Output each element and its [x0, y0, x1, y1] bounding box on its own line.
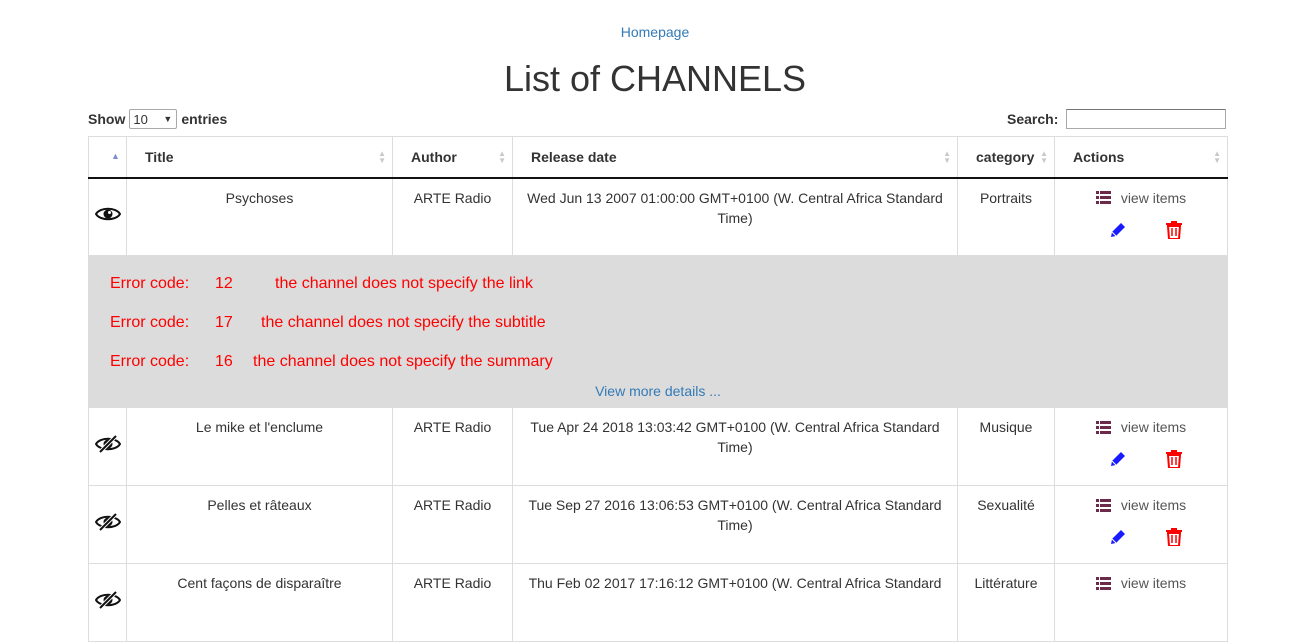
error-label: Error code:: [110, 353, 190, 370]
category-cell: Littérature: [957, 563, 1055, 642]
search-label: Search:: [1007, 111, 1059, 127]
pencil-icon[interactable]: [1109, 450, 1127, 468]
column-header-label: Release date: [531, 148, 617, 165]
error-details-row: Error code: 12 the channel does not specif…: [88, 255, 1228, 408]
entries-select[interactable]: 10 ▼: [129, 109, 178, 129]
category-cell: Musique: [957, 407, 1055, 486]
table-row: Pelles et râteaux ARTE Radio Tue Sep 27 …: [88, 485, 1228, 564]
entries-label: entries: [181, 111, 228, 127]
actions-cell: view items: [1054, 485, 1228, 564]
view-items-link[interactable]: view items: [1095, 495, 1187, 515]
author-cell: ARTE Radio: [392, 485, 513, 564]
entries-select-value: 10: [133, 111, 148, 127]
view-items-label: view items: [1120, 189, 1187, 206]
eye-slash-icon[interactable]: [94, 435, 121, 453]
homepage-link[interactable]: Homepage: [0, 24, 1310, 40]
release-date-cell: Thu Feb 02 2017 17:16:12 GMT+0100 (W. Ce…: [512, 563, 958, 642]
sort-ascending-icon: ▲: [111, 151, 120, 161]
visibility-cell: [88, 485, 127, 564]
release-date-cell: Tue Sep 27 2016 13:06:53 GMT+0100 (W. Ce…: [512, 485, 958, 564]
table-row: Psychoses ARTE Radio Wed Jun 13 2007 01:…: [88, 177, 1228, 256]
view-items-label: view items: [1120, 497, 1187, 513]
view-items-link[interactable]: view items: [1095, 573, 1187, 593]
page-title: List of CHANNELS: [503, 58, 807, 99]
list-icon: [1095, 498, 1111, 512]
title-cell: Psychoses: [126, 177, 393, 256]
eye-slash-icon[interactable]: [94, 591, 121, 609]
error-code: 16: [215, 353, 233, 370]
error-label: Error code:: [110, 314, 190, 331]
actions-cell: view items: [1054, 407, 1228, 486]
release-date-cell: Wed Jun 13 2007 01:00:00 GMT+0100 (W. Ce…: [512, 177, 958, 256]
title-cell: Pelles et râteaux: [126, 485, 393, 564]
column-header-label: Title: [145, 148, 174, 165]
error-code: 12: [215, 275, 233, 292]
release-date-cell: Tue Apr 24 2018 13:03:42 GMT+0100 (W. Ce…: [512, 407, 958, 486]
visibility-cell: [88, 563, 127, 642]
view-items-label: view items: [1120, 575, 1187, 591]
table-row: Cent façons de disparaître ARTE Radio Th…: [88, 563, 1228, 642]
column-header-label: Actions: [1073, 148, 1125, 165]
pencil-icon[interactable]: [1109, 528, 1127, 546]
column-header-category[interactable]: category ▲ ▼: [957, 136, 1055, 179]
category-cell: Sexualité: [957, 485, 1055, 564]
author-cell: ARTE Radio: [392, 563, 513, 642]
author-cell: ARTE Radio: [392, 407, 513, 486]
table-header-row: ▲ Title ▲ ▼ Author ▲ ▼ Release date ▲ ▼ cat…: [88, 136, 1228, 179]
error-line: Error code: 12 the channel does not specif…: [110, 268, 1206, 307]
actions-cell: view items: [1054, 177, 1228, 256]
trash-icon[interactable]: [1165, 450, 1183, 468]
eye-slash-icon[interactable]: [94, 513, 121, 531]
channels-table: ▲ Title ▲ ▼ Author ▲ ▼ Release date ▲ ▼ cat…: [88, 136, 1228, 642]
show-label: Show: [88, 111, 126, 127]
error-message: the channel does not specify the summary: [253, 353, 553, 370]
column-header-actions[interactable]: Actions ▲ ▼: [1054, 136, 1228, 179]
sort-both-icon: ▲ ▼: [378, 149, 386, 165]
category-cell: Portraits: [957, 177, 1055, 256]
error-message: the channel does not specify the link: [275, 275, 533, 292]
list-icon: [1095, 191, 1111, 204]
visibility-cell: [88, 407, 127, 486]
pencil-icon[interactable]: [1109, 221, 1127, 239]
trash-icon[interactable]: [1165, 528, 1183, 546]
column-header-label: Author: [411, 148, 457, 165]
author-cell: ARTE Radio: [392, 177, 513, 256]
sort-both-icon: ▲ ▼: [498, 149, 506, 165]
sort-both-icon: ▲ ▼: [1040, 149, 1048, 165]
column-header-release-date[interactable]: Release date ▲ ▼: [512, 136, 958, 179]
list-icon: [1095, 576, 1111, 590]
error-line: Error code: 16 the channel does not specif…: [110, 346, 1206, 385]
error-panel: Error code: 12 the channel does not specif…: [88, 255, 1228, 408]
sort-both-icon: ▲ ▼: [1213, 149, 1221, 165]
visibility-cell: [88, 177, 127, 256]
table-row: Le mike et l'enclume ARTE Radio Tue Apr …: [88, 407, 1228, 486]
trash-icon[interactable]: [1165, 220, 1183, 239]
column-header-visibility[interactable]: ▲: [88, 136, 127, 179]
view-more-details-link[interactable]: View more details ...: [110, 381, 1206, 401]
search-control: Search:: [1007, 109, 1227, 129]
column-header-title[interactable]: Title ▲ ▼: [126, 136, 393, 179]
actions-cell: view items: [1054, 563, 1228, 642]
error-code: 17: [215, 314, 233, 331]
title-cell: Cent façons de disparaître: [126, 563, 393, 642]
sort-both-icon: ▲ ▼: [943, 149, 951, 165]
list-icon: [1095, 420, 1111, 434]
view-items-label: view items: [1120, 419, 1187, 435]
search-input[interactable]: [1066, 109, 1227, 129]
error-label: Error code:: [110, 275, 190, 292]
view-items-link[interactable]: view items: [1095, 188, 1187, 208]
view-items-link[interactable]: view items: [1095, 417, 1187, 437]
entries-length-control: Show 10 ▼ entries: [88, 109, 227, 129]
error-message: the channel does not specify the subtitl…: [261, 314, 546, 331]
error-line: Error code: 17 the channel does not specif…: [110, 307, 1206, 346]
chevron-down-icon: ▼: [163, 114, 173, 124]
title-cell: Le mike et l'enclume: [126, 407, 393, 486]
eye-icon[interactable]: [94, 205, 121, 223]
column-header-author[interactable]: Author ▲ ▼: [392, 136, 513, 179]
column-header-label: category: [976, 148, 1035, 165]
